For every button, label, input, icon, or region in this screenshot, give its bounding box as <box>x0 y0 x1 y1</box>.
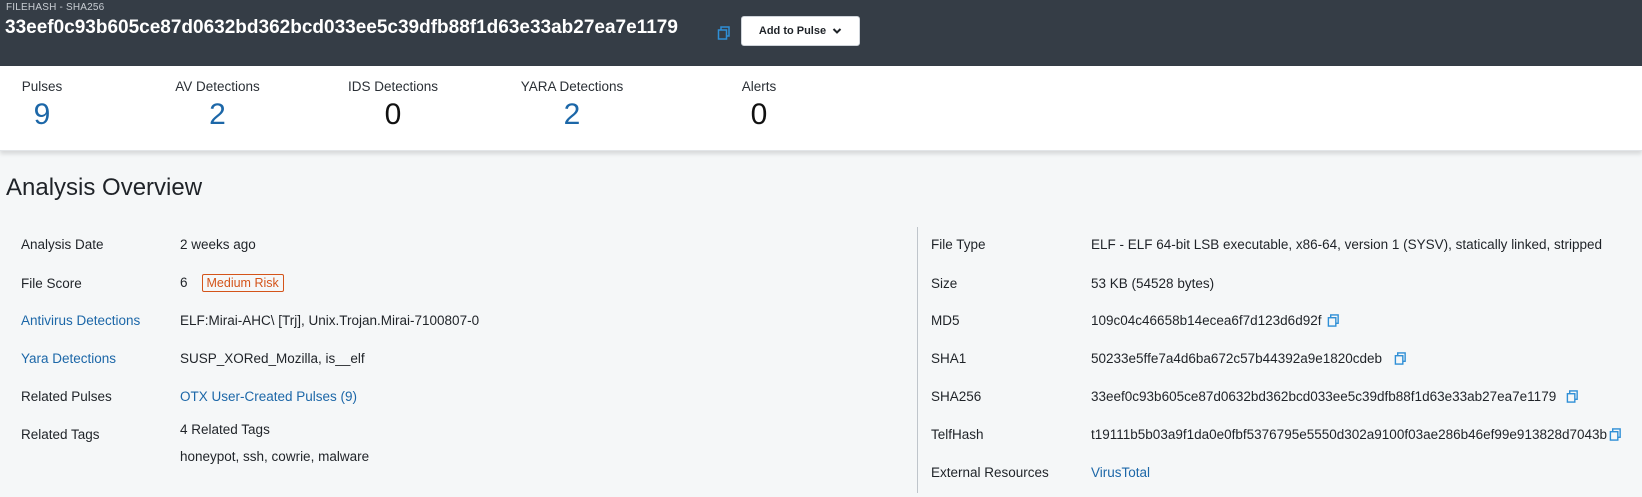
antivirus-detections-value: ELF:Mirai-AHC\ [Trj], Unix.Trojan.Mirai-… <box>180 313 480 328</box>
telfhash-value: t19111b5b03a9f1da0e0fbf5376795e5550d302a… <box>1091 427 1608 442</box>
size-value: 53 KB (54528 bytes) <box>1091 276 1215 291</box>
stat-label: AV Detections <box>175 79 260 94</box>
file-type-value: ELF - ELF 64-bit LSB executable, x86-64,… <box>1091 237 1602 252</box>
stat-value: 2 <box>209 98 226 131</box>
file-type-label: File Type <box>931 237 986 252</box>
copy-icon[interactable] <box>1609 428 1622 441</box>
copy-icon[interactable] <box>1394 352 1407 365</box>
chevron-down-icon <box>832 28 842 34</box>
file-score-label: File Score <box>21 276 82 291</box>
yara-detections-value: SUSP_XORed_Mozilla, is__elf <box>180 351 365 366</box>
hash-title: 33eef0c93b605ce87d0632bd362bcd033ee5c39d… <box>5 17 678 38</box>
stat-pulses[interactable]: Pulses 9 <box>20 66 64 131</box>
hash-type-label: FILEHASH - SHA256 <box>6 2 105 13</box>
analysis-date-value: 2 weeks ago <box>180 237 256 252</box>
related-tags-label: Related Tags <box>21 427 100 442</box>
stats-strip: Pulses 9 AV Detections 2 IDS Detections … <box>0 66 1642 151</box>
analysis-date-label: Analysis Date <box>21 237 104 252</box>
antivirus-detections-link[interactable]: Antivirus Detections <box>21 313 140 328</box>
related-tags-count: 4 Related Tags <box>180 422 270 437</box>
related-pulses-link[interactable]: OTX User-Created Pulses (9) <box>180 389 357 404</box>
md5-value: 109c04c46658b14ecea6f7d123d6d92f <box>1091 313 1322 328</box>
stat-label: YARA Detections <box>520 79 624 94</box>
md5-label: MD5 <box>931 313 960 328</box>
stat-yara-detections[interactable]: YARA Detections 2 <box>516 66 628 131</box>
stat-label: IDS Detections <box>347 79 439 94</box>
add-to-pulse-button[interactable]: Add to Pulse <box>741 16 860 46</box>
copy-icon[interactable] <box>1327 314 1340 327</box>
sha256-row: 33eef0c93b605ce87d0632bd362bcd033ee5c39d… <box>1091 389 1579 404</box>
external-resources-label: External Resources <box>931 465 1049 480</box>
section-title: Analysis Overview <box>6 174 203 201</box>
related-tags-list: honeypot, ssh, cowrie, malware <box>180 449 370 464</box>
stat-av-detections[interactable]: AV Detections 2 <box>170 66 265 131</box>
virustotal-link[interactable]: VirusTotal <box>1091 465 1150 480</box>
file-score-value: 6 <box>180 275 188 290</box>
risk-badge: Medium Risk <box>201 274 284 292</box>
sha256-label: SHA256 <box>931 389 982 404</box>
header-bar: FILEHASH - SHA256 33eef0c93b605ce87d0632… <box>0 0 1642 66</box>
stat-ids-detections: IDS Detections 0 <box>343 66 443 131</box>
stat-value: 2 <box>563 98 581 131</box>
related-pulses-label: Related Pulses <box>21 389 112 404</box>
copy-icon[interactable] <box>717 26 731 40</box>
copy-icon[interactable] <box>1566 390 1579 403</box>
add-to-pulse-label: Add to Pulse <box>758 25 827 37</box>
sha1-row: 50233e5ffe7a4d6ba672c57b44392a9e1820cdeb <box>1091 351 1407 366</box>
sha1-label: SHA1 <box>931 351 967 366</box>
stat-value: 9 <box>33 98 51 131</box>
stat-value: 0 <box>750 98 768 131</box>
size-label: Size <box>931 276 958 291</box>
stat-label: Alerts <box>741 79 777 94</box>
stat-label: Pulses <box>21 79 63 94</box>
telfhash-row: t19111b5b03a9f1da0e0fbf5376795e5550d302a… <box>1091 427 1622 442</box>
yara-detections-link[interactable]: Yara Detections <box>21 351 116 366</box>
stat-value: 0 <box>384 98 402 131</box>
md5-row: 109c04c46658b14ecea6f7d123d6d92f <box>1091 313 1340 328</box>
sha1-value: 50233e5ffe7a4d6ba672c57b44392a9e1820cdeb <box>1091 351 1383 366</box>
column-divider <box>917 227 918 493</box>
sha256-value: 33eef0c93b605ce87d0632bd362bcd033ee5c39d… <box>1091 389 1557 404</box>
telfhash-label: TelfHash <box>931 427 984 442</box>
stat-alerts: Alerts 0 <box>735 66 783 131</box>
file-score: 6 Medium Risk <box>180 274 284 292</box>
